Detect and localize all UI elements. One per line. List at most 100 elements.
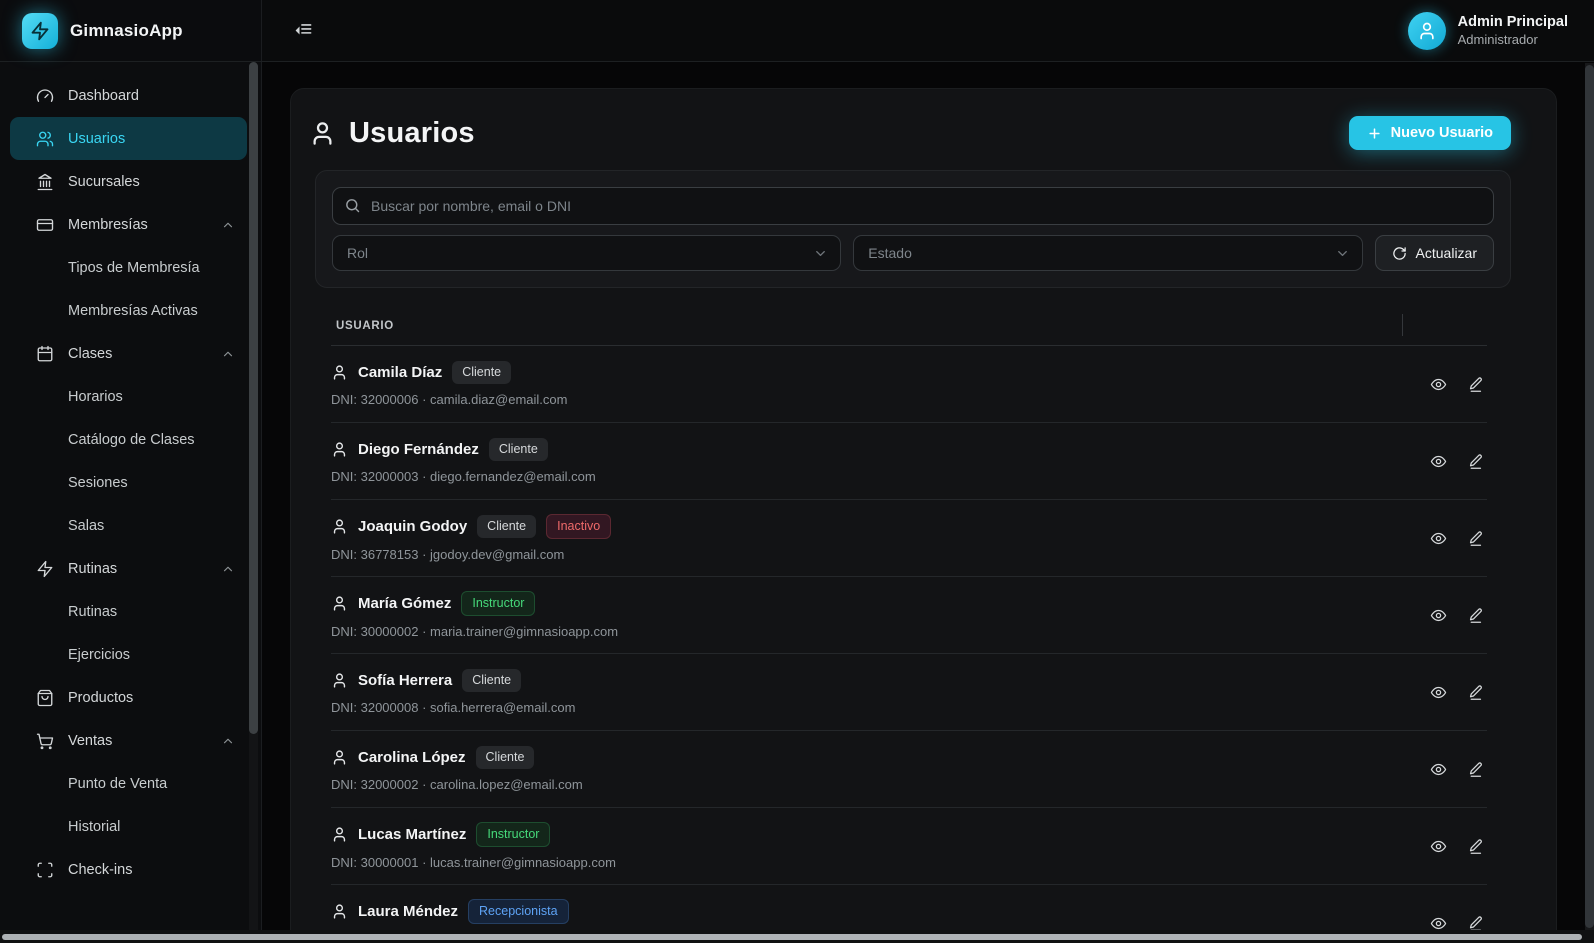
- sidebar-item-productos[interactable]: Productos: [10, 676, 247, 719]
- user-icon: [331, 518, 348, 535]
- sidebar-item-catalogo-de-clases[interactable]: Catálogo de Clases: [10, 418, 247, 461]
- sidebar-item-ejercicios[interactable]: Ejercicios: [10, 633, 247, 676]
- user-name: Diego Fernández: [358, 441, 479, 458]
- user-icon: [331, 826, 348, 843]
- refresh-button[interactable]: Actualizar: [1375, 235, 1494, 271]
- horizontal-scrollbar[interactable]: [0, 930, 1594, 943]
- user-icon: [331, 441, 348, 458]
- sidebar-item-punto-de-venta[interactable]: Punto de Venta: [10, 762, 247, 805]
- view-button[interactable]: [1426, 680, 1450, 704]
- chevron-up-icon[interactable]: [221, 347, 235, 361]
- landmark-icon: [36, 173, 54, 191]
- pencil-icon: [1467, 838, 1484, 855]
- sidebar-item-membresias[interactable]: Membresías: [10, 203, 247, 246]
- user-name: Lucas Martínez: [358, 826, 466, 843]
- bag-icon: [36, 689, 54, 707]
- table-row: Carolina López Cliente DNI: 32000002 · c…: [331, 731, 1487, 808]
- edit-button[interactable]: [1463, 372, 1487, 396]
- user-icon: [331, 672, 348, 689]
- new-user-button[interactable]: Nuevo Usuario: [1349, 116, 1511, 150]
- chevron-up-icon[interactable]: [221, 218, 235, 232]
- sidebar-item-horarios[interactable]: Horarios: [10, 375, 247, 418]
- user-details: DNI: 36778153 · jgodoy.dev@gmail.com: [331, 547, 611, 562]
- sidebar-item-sesiones[interactable]: Sesiones: [10, 461, 247, 504]
- sidebar-item-tipos-de-membresia[interactable]: Tipos de Membresía: [10, 246, 247, 289]
- table-row: María Gómez Instructor DNI: 30000002 · m…: [331, 577, 1487, 654]
- chevron-up-icon[interactable]: [221, 562, 235, 576]
- card-icon: [36, 216, 54, 234]
- view-button[interactable]: [1426, 603, 1450, 627]
- sidebar-item-membresias-activas[interactable]: Membresías Activas: [10, 289, 247, 332]
- edit-button[interactable]: [1463, 757, 1487, 781]
- user-menu[interactable]: Admin Principal Administrador: [1408, 12, 1568, 50]
- eye-icon: [1430, 376, 1447, 393]
- horizontal-scrollbar-thumb[interactable]: [2, 934, 1582, 940]
- pencil-icon: [1467, 376, 1484, 393]
- sidebar-item-dashboard[interactable]: Dashboard: [10, 74, 247, 117]
- view-button[interactable]: [1426, 526, 1450, 550]
- edit-button[interactable]: [1463, 603, 1487, 627]
- chevron-down-icon: [1335, 246, 1350, 261]
- sidebar-item-ventas[interactable]: Ventas: [10, 719, 247, 762]
- role-badge: Instructor: [461, 591, 535, 616]
- search-input[interactable]: [332, 187, 1494, 225]
- chevron-up-icon[interactable]: [221, 734, 235, 748]
- role-badge: Cliente: [476, 746, 535, 769]
- edit-button[interactable]: [1463, 834, 1487, 858]
- sidebar-collapse-button[interactable]: [288, 16, 318, 46]
- user-icon: [331, 749, 348, 766]
- view-button[interactable]: [1426, 834, 1450, 858]
- role-badge: Recepcionista: [468, 899, 569, 924]
- pencil-icon: [1467, 453, 1484, 470]
- estado-select[interactable]: Estado: [853, 235, 1362, 271]
- rol-select[interactable]: Rol: [332, 235, 841, 271]
- sidebar-item-clases[interactable]: Clases: [10, 332, 247, 375]
- view-button[interactable]: [1426, 757, 1450, 781]
- sidebar-item-check-ins[interactable]: Check-ins: [10, 848, 247, 891]
- view-button[interactable]: [1426, 449, 1450, 473]
- refresh-icon: [1392, 246, 1407, 261]
- pencil-icon: [1467, 684, 1484, 701]
- edit-button[interactable]: [1463, 449, 1487, 473]
- vertical-scrollbar-thumb[interactable]: [1585, 65, 1594, 928]
- app-logo: [22, 13, 58, 49]
- avatar[interactable]: [1408, 12, 1446, 50]
- sidebar-item-historial[interactable]: Historial: [10, 805, 247, 848]
- user-details: DNI: 32000008 · sofia.herrera@email.com: [331, 700, 575, 715]
- sidebar-item-rutinas[interactable]: Rutinas: [10, 547, 247, 590]
- pencil-icon: [1467, 915, 1484, 932]
- table-row: Joaquin Godoy Cliente Inactivo DNI: 3677…: [331, 500, 1487, 577]
- table-row: Sofía Herrera Cliente DNI: 32000008 · so…: [331, 654, 1487, 731]
- user-name: Admin Principal: [1458, 14, 1568, 30]
- user-icon: [331, 595, 348, 612]
- edit-button[interactable]: [1463, 680, 1487, 704]
- edit-button[interactable]: [1463, 526, 1487, 550]
- sidebar-item-salas[interactable]: Salas: [10, 504, 247, 547]
- role-badge: Cliente: [462, 669, 521, 692]
- sidebar-item-usuarios[interactable]: Usuarios: [10, 117, 247, 160]
- eye-icon: [1430, 453, 1447, 470]
- view-button[interactable]: [1426, 372, 1450, 396]
- sidebar-item-sucursales[interactable]: Sucursales: [10, 160, 247, 203]
- eye-icon: [1430, 915, 1447, 932]
- vertical-scrollbar[interactable]: [1585, 63, 1594, 930]
- search-icon: [344, 197, 361, 214]
- calendar-icon: [36, 345, 54, 363]
- sidebar-item-rutinas[interactable]: Rutinas: [10, 590, 247, 633]
- users-icon: [36, 130, 54, 148]
- users-card: Usuarios Nuevo Usuario Rol Estado: [290, 88, 1557, 943]
- eye-icon: [1430, 761, 1447, 778]
- plus-icon: [1367, 126, 1382, 141]
- table-row: Camila Díaz Cliente DNI: 32000006 · cami…: [331, 346, 1487, 423]
- sidebar: Dashboard Usuarios Sucursales Membresías…: [0, 62, 262, 943]
- user-details: DNI: 30000002 · maria.trainer@gimnasioap…: [331, 624, 618, 639]
- pencil-icon: [1467, 607, 1484, 624]
- status-badge: Inactivo: [546, 514, 611, 539]
- main-content: Usuarios Nuevo Usuario Rol Estado: [262, 62, 1594, 943]
- role-badge: Cliente: [489, 438, 548, 461]
- sidebar-scrollbar-thumb[interactable]: [249, 62, 258, 734]
- filters-panel: Rol Estado Actualizar: [315, 170, 1511, 288]
- chevron-down-icon: [813, 246, 828, 261]
- sidebar-scrollbar[interactable]: [249, 62, 258, 943]
- pencil-icon: [1467, 761, 1484, 778]
